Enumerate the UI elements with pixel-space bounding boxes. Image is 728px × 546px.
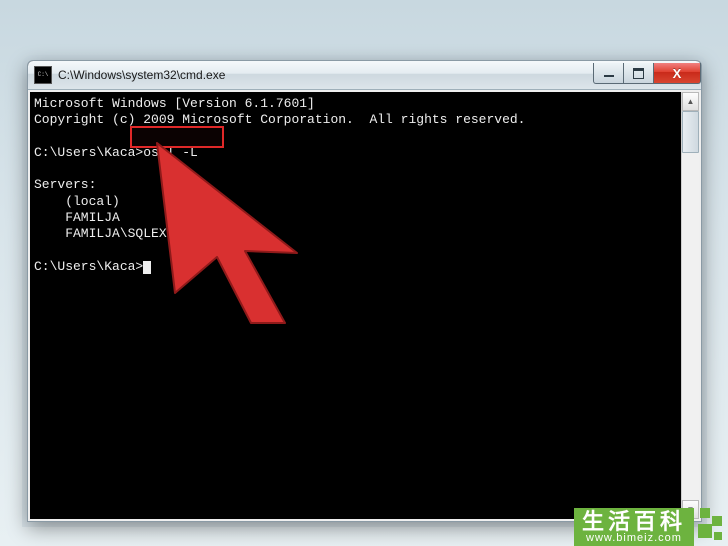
prompt-path: C:\Users\Kaca> xyxy=(34,145,143,160)
minimize-icon xyxy=(604,75,614,77)
server-entry: (local) xyxy=(34,194,120,209)
window-controls: X xyxy=(593,63,701,83)
cmd-window: C:\Windows\system32\cmd.exe X Microsoft … xyxy=(27,60,702,522)
maximize-button[interactable] xyxy=(624,63,654,84)
watermark-url: www.bimeiz.com xyxy=(582,533,686,545)
close-button[interactable]: X xyxy=(654,63,701,84)
chevron-up-icon: ▲ xyxy=(687,97,695,106)
text-cursor xyxy=(143,261,151,274)
maximize-icon xyxy=(633,68,644,79)
console-output[interactable]: Microsoft Windows [Version 6.1.7601] Cop… xyxy=(30,92,681,519)
version-line: Microsoft Windows [Version 6.1.7601] xyxy=(34,96,315,111)
cmd-icon xyxy=(34,66,52,84)
watermark-decoration-icon xyxy=(696,506,724,546)
vertical-scrollbar[interactable]: ▲ ▼ xyxy=(681,92,699,519)
minimize-button[interactable] xyxy=(593,63,624,84)
watermark-text: 生活百科 www.bimeiz.com xyxy=(574,508,694,546)
typed-command: osql -L xyxy=(143,145,198,160)
console-frame: Microsoft Windows [Version 6.1.7601] Cop… xyxy=(28,90,701,521)
scroll-up-button[interactable]: ▲ xyxy=(682,92,699,111)
server-entry: FAMILJA\SQLEXPRESS xyxy=(34,226,206,241)
close-icon: X xyxy=(673,66,682,81)
window-title: C:\Windows\system32\cmd.exe xyxy=(58,68,593,82)
desktop-background: C:\Windows\system32\cmd.exe X Microsoft … xyxy=(0,0,728,546)
servers-header: Servers: xyxy=(34,177,96,192)
watermark-title: 生活百科 xyxy=(582,510,686,533)
scroll-track[interactable] xyxy=(682,111,699,500)
copyright-line: Copyright (c) 2009 Microsoft Corporation… xyxy=(34,112,525,127)
scroll-thumb[interactable] xyxy=(682,111,699,153)
titlebar[interactable]: C:\Windows\system32\cmd.exe X xyxy=(28,61,701,90)
server-entry: FAMILJA xyxy=(34,210,120,225)
watermark: 生活百科 www.bimeiz.com xyxy=(574,506,724,546)
prompt-path: C:\Users\Kaca> xyxy=(34,259,143,274)
